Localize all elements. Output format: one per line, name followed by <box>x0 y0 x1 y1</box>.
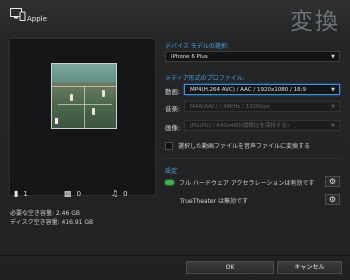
section-divider <box>162 158 341 159</box>
image-profile-label: 画像: <box>165 124 181 132</box>
convert-to-audio-checkbox[interactable] <box>165 141 173 150</box>
gear-icon: ⚙ <box>328 195 337 204</box>
free-space: ディスク空き容量: 416.91 GB <box>10 219 94 226</box>
iphone-monitor-icon <box>10 8 26 21</box>
image-profile-select[interactable]: JPG(PG) / 640x480(縦横比を保持する) ▼ <box>184 120 340 131</box>
audio-profile-select[interactable]: M4A(AAC) / 48kHz / 192Kbps ▼ <box>184 101 340 112</box>
hw-accel-settings-button[interactable]: ⚙ <box>325 176 340 187</box>
hw-accel-status: フル ハードウェア アクセラレーションは有効です <box>165 178 314 187</box>
image-count: ▩ 0 <box>64 189 82 198</box>
device-brand-label: Apple <box>27 15 47 23</box>
device-model-select[interactable]: iPhone 6 Plus ▼ <box>165 51 340 62</box>
convert-to-audio-option[interactable]: 選択した動画ファイルを音声ファイルに変換する <box>165 141 310 150</box>
video-badge-icon <box>54 117 59 125</box>
film-strip-icon: ▮ <box>14 189 19 198</box>
chevron-down-icon: ▼ <box>331 104 335 110</box>
audio-count: ♫ 0 <box>111 189 128 198</box>
required-space: 必要な空き容量: 2.46 GB <box>10 210 80 217</box>
gear-icon: ⚙ <box>328 177 337 186</box>
truetheater-settings-button[interactable]: ⚙ <box>325 194 340 205</box>
audio-profile-label: 音楽: <box>165 105 181 113</box>
picture-icon: ▩ <box>64 189 72 198</box>
media-profile-heading: メディア形式のプロファイル: <box>165 75 245 82</box>
truetheater-status: TrueTheater は無効です <box>180 198 248 205</box>
music-note-icon: ♫ <box>111 189 119 198</box>
cancel-button[interactable]: キャンセル <box>277 261 342 274</box>
ok-button[interactable]: OK <box>186 261 274 274</box>
disk-space-info: 必要な空き容量: 2.46 GB ディスク空き容量: 416.91 GB <box>10 209 93 227</box>
media-counts: ▮ 1 ▩ 0 ♫ 0 <box>9 189 156 203</box>
preview-panel <box>9 38 156 196</box>
video-count: ▮ 1 <box>14 189 28 198</box>
settings-heading: 設定 <box>165 168 178 175</box>
device-model-heading: デバイス モデルの選択: <box>165 43 229 50</box>
chevron-down-icon: ▼ <box>331 123 335 129</box>
video-thumbnail[interactable] <box>51 63 117 129</box>
footer-divider <box>0 255 350 256</box>
status-on-indicator <box>165 180 174 185</box>
convert-dialog: Apple 変換 ▮ 1 ▩ 0 ♫ 0 必要な空き容量: 2.46 GB ディ… <box>0 0 350 280</box>
video-profile-select[interactable]: MP4(H.264 AVC) / AAC / 1920x1080 / 16:9 … <box>184 84 340 95</box>
chevron-down-icon: ▼ <box>331 87 335 93</box>
page-title: 変換 <box>290 9 340 35</box>
video-profile-label: 動画: <box>165 88 181 96</box>
chevron-down-icon: ▼ <box>331 54 335 60</box>
